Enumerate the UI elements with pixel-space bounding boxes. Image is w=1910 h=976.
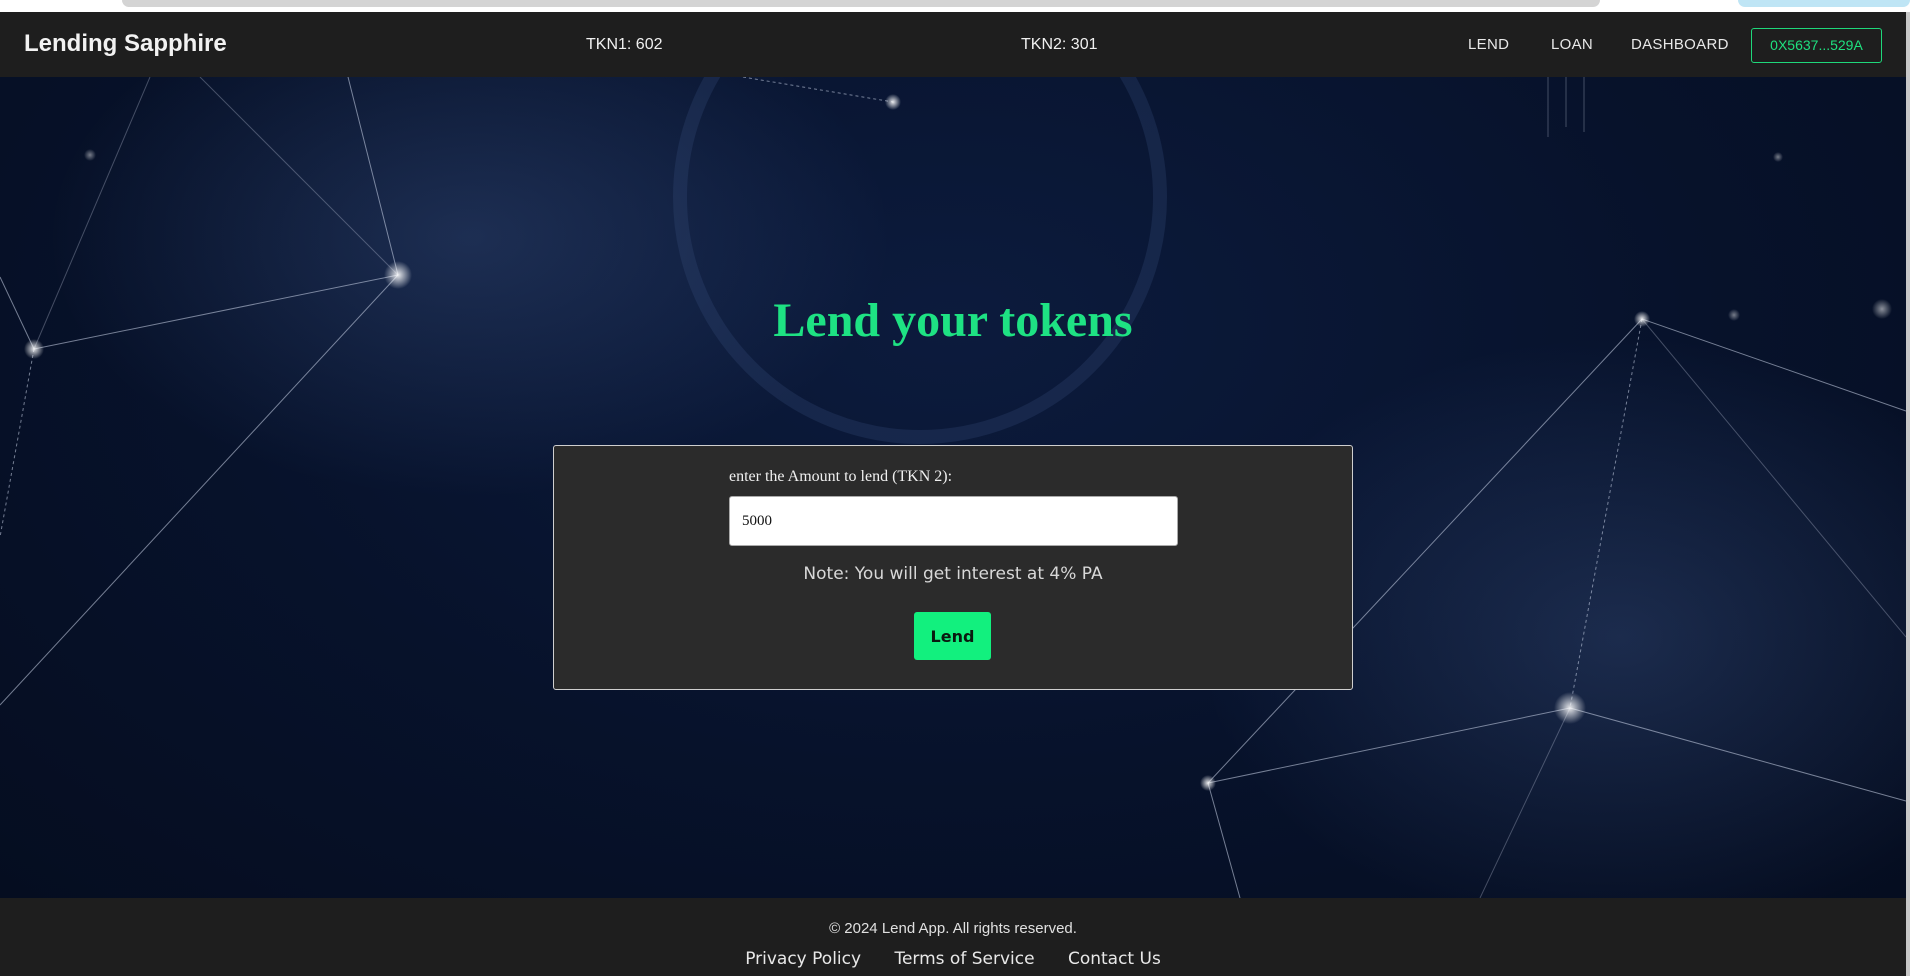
hero-section: Lend your tokens enter the Amount to len…	[0, 77, 1906, 898]
privacy-policy-link[interactable]: Privacy Policy	[745, 949, 861, 969]
footer-links: Privacy Policy Terms of Service Contact …	[0, 949, 1906, 969]
interest-note: Note: You will get interest at 4% PA	[803, 564, 1103, 584]
terms-of-service-link[interactable]: Terms of Service	[894, 949, 1034, 969]
copyright-text: © 2024 Lend App. All rights reserved.	[829, 920, 1077, 937]
scrollbar[interactable]	[1906, 12, 1910, 976]
page-title: Lend your tokens	[773, 294, 1133, 347]
brand-logo[interactable]: Lending Sapphire	[24, 30, 227, 58]
tkn2-balance: TKN2: 301	[1021, 36, 1098, 53]
amount-input[interactable]	[729, 496, 1178, 546]
amount-label: enter the Amount to lend (TKN 2):	[729, 468, 953, 485]
wallet-address-button[interactable]: 0X5637...529A	[1751, 28, 1882, 63]
lend-button[interactable]: Lend	[914, 612, 991, 660]
nav-dashboard-link[interactable]: DASHBOARD	[1631, 36, 1729, 53]
address-bar-edge	[122, 0, 1600, 7]
browser-button-edge	[1738, 0, 1910, 7]
footer: © 2024 Lend App. All rights reserved. Pr…	[0, 898, 1906, 976]
browser-top-strip	[0, 0, 1910, 12]
nav-lend-link[interactable]: LEND	[1468, 36, 1509, 53]
lend-form-card: enter the Amount to lend (TKN 2): Note: …	[553, 445, 1353, 690]
navbar: Lending Sapphire TKN1: 602 TKN2: 301 LEN…	[0, 12, 1906, 77]
contact-us-link[interactable]: Contact Us	[1068, 949, 1161, 969]
tkn1-balance: TKN1: 602	[586, 36, 663, 53]
nav-loan-link[interactable]: LOAN	[1551, 36, 1593, 53]
